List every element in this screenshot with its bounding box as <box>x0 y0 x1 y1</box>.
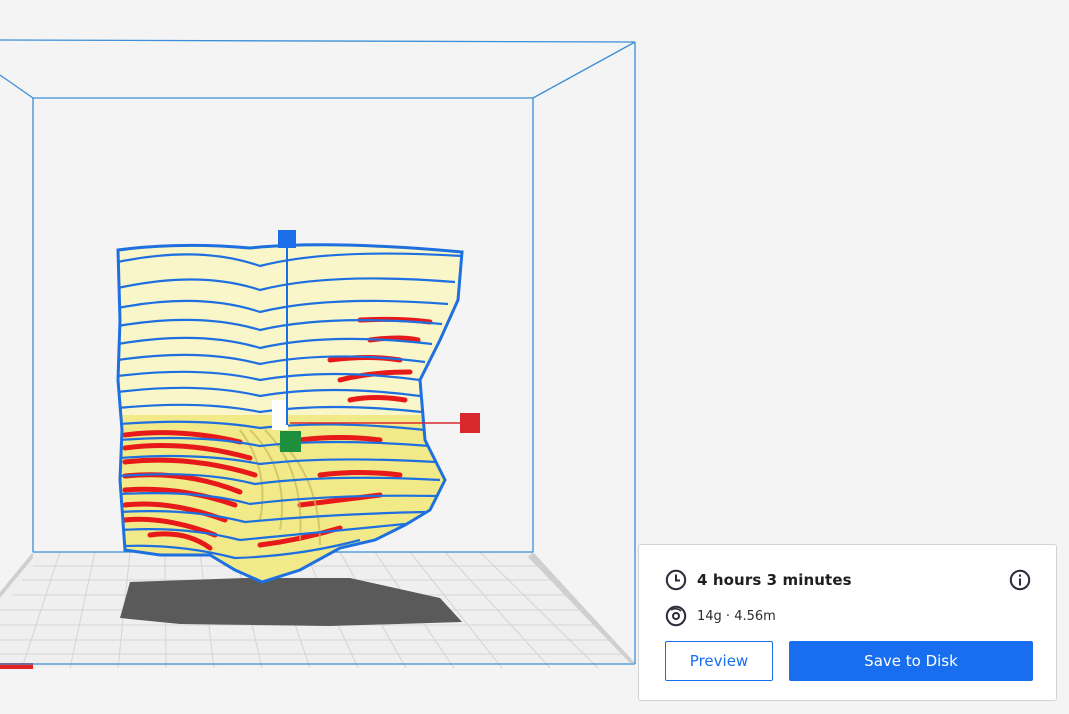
material-usage: 14g · 4.56m <box>697 608 776 624</box>
print-summary-panel: 4 hours 3 minutes 14g · 4.56m Preview Sa… <box>638 544 1057 701</box>
x-axis-handle[interactable] <box>460 413 480 433</box>
print-time-row: 4 hours 3 minutes <box>665 569 852 591</box>
y-axis-handle[interactable] <box>280 431 301 452</box>
z-axis-handle[interactable] <box>278 230 296 248</box>
print-time: 4 hours 3 minutes <box>697 571 852 589</box>
info-icon[interactable] <box>1009 569 1031 591</box>
material-usage-row: 14g · 4.56m <box>665 605 776 627</box>
save-to-disk-button[interactable]: Save to Disk <box>789 641 1033 681</box>
sliced-model[interactable] <box>110 235 470 595</box>
clock-icon <box>665 569 687 591</box>
spool-icon <box>665 605 687 627</box>
preview-button[interactable]: Preview <box>665 641 773 681</box>
